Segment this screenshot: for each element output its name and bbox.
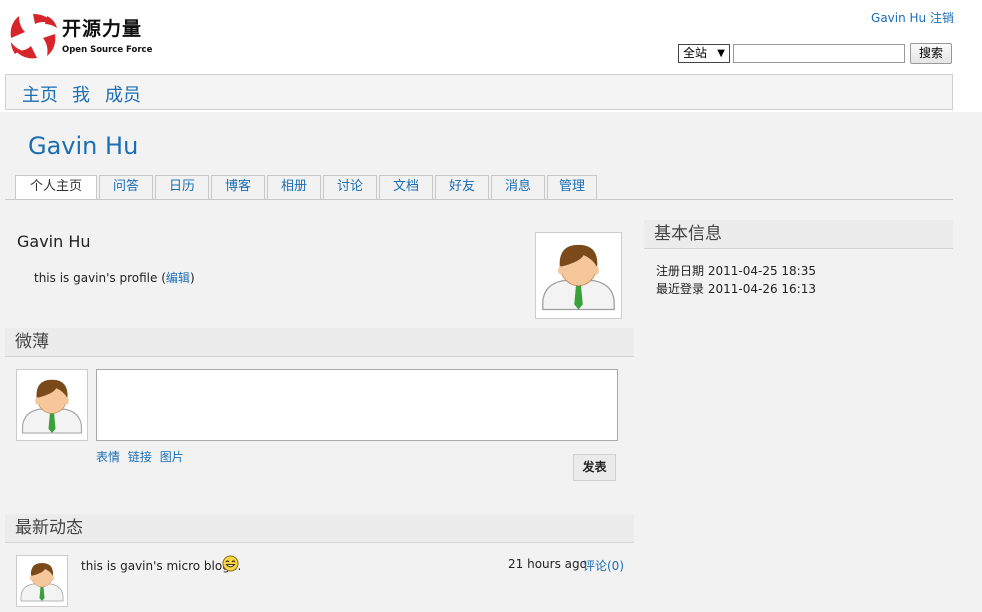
logout-link[interactable]: 注销: [930, 11, 954, 25]
weibo-section-title: 微薄: [5, 328, 634, 357]
dropdown-arrow-icon: ▼: [717, 48, 725, 59]
logo-swirl-icon: [10, 14, 57, 59]
nav-item-home[interactable]: 主页: [22, 81, 58, 107]
tab-documents[interactable]: 文档: [379, 175, 433, 199]
activity-item-time: 21 hours ago: [508, 557, 587, 571]
tab-discussion[interactable]: 讨论: [323, 175, 377, 199]
tab-manage[interactable]: 管理: [547, 175, 597, 199]
tab-messages[interactable]: 消息: [491, 175, 545, 199]
info-value: 2011-04-26 16:13: [707, 282, 816, 296]
logo-text-cn: 开源力量: [62, 18, 143, 40]
info-row-registered: 注册日期 2011-04-25 18:35: [656, 262, 816, 280]
emoticon-link[interactable]: 表情: [96, 450, 120, 464]
main-nav: 主页 我 成员: [5, 74, 953, 110]
tab-blog[interactable]: 博客: [211, 175, 265, 199]
profile-bio: this is gavin's profile (编辑): [34, 269, 195, 286]
tab-home[interactable]: 个人主页: [15, 175, 97, 200]
bio-paren-close: ): [189, 271, 195, 285]
link-link[interactable]: 链接: [128, 450, 152, 464]
info-label: 最近登录: [656, 282, 705, 296]
comment-link[interactable]: 评论(0): [583, 557, 624, 574]
weibo-avatar[interactable]: [16, 369, 88, 441]
tab-friends[interactable]: 好友: [435, 175, 489, 199]
user-name-link[interactable]: Gavin Hu: [871, 11, 926, 25]
weibo-textarea[interactable]: [96, 369, 618, 441]
search-button[interactable]: 搜索: [910, 43, 952, 64]
weibo-tools: 表情 链接 图片: [96, 448, 188, 465]
tab-qa[interactable]: 问答: [99, 175, 153, 199]
basic-info-rows: 注册日期 2011-04-25 18:35 最近登录 2011-04-26 16…: [656, 262, 816, 298]
search-scope-value: 全站: [683, 46, 708, 60]
publish-button[interactable]: 发表: [573, 454, 616, 481]
profile-name: Gavin Hu: [17, 232, 91, 251]
page-title: Gavin Hu: [28, 132, 139, 160]
activity-section-title: 最新动态: [5, 514, 634, 543]
tabs-divider: [5, 199, 953, 200]
tab-calendar[interactable]: 日历: [155, 175, 209, 199]
user-avatar-icon: [22, 379, 82, 434]
search-scope-select[interactable]: 全站 ▼: [678, 44, 730, 63]
tab-album[interactable]: 相册: [267, 175, 321, 199]
user-avatar-icon: [542, 244, 615, 311]
search-input[interactable]: [733, 44, 905, 63]
info-row-last-login: 最近登录 2011-04-26 16:13: [656, 280, 816, 298]
nav-item-members[interactable]: 成员: [105, 81, 141, 107]
logo-text-en: Open Source Force: [62, 45, 153, 55]
nav-item-me[interactable]: 我: [72, 81, 90, 107]
info-label: 注册日期: [656, 264, 705, 278]
site-logo[interactable]: 开源力量 Open Source Force: [5, 8, 153, 64]
activity-item-text: this is gavin's micro blog...: [81, 559, 242, 573]
image-link[interactable]: 图片: [160, 450, 184, 464]
basic-info-title: 基本信息: [644, 220, 953, 249]
smiley-icon: [222, 555, 239, 572]
info-value: 2011-04-25 18:35: [707, 264, 816, 278]
activity-avatar[interactable]: [16, 555, 68, 607]
profile-avatar[interactable]: [535, 232, 622, 319]
user-avatar-icon: [20, 562, 64, 602]
profile-bio-text: this is gavin's profile: [34, 271, 158, 285]
user-links: Gavin Hu 注销: [871, 9, 954, 26]
edit-profile-link[interactable]: 编辑: [166, 271, 190, 285]
